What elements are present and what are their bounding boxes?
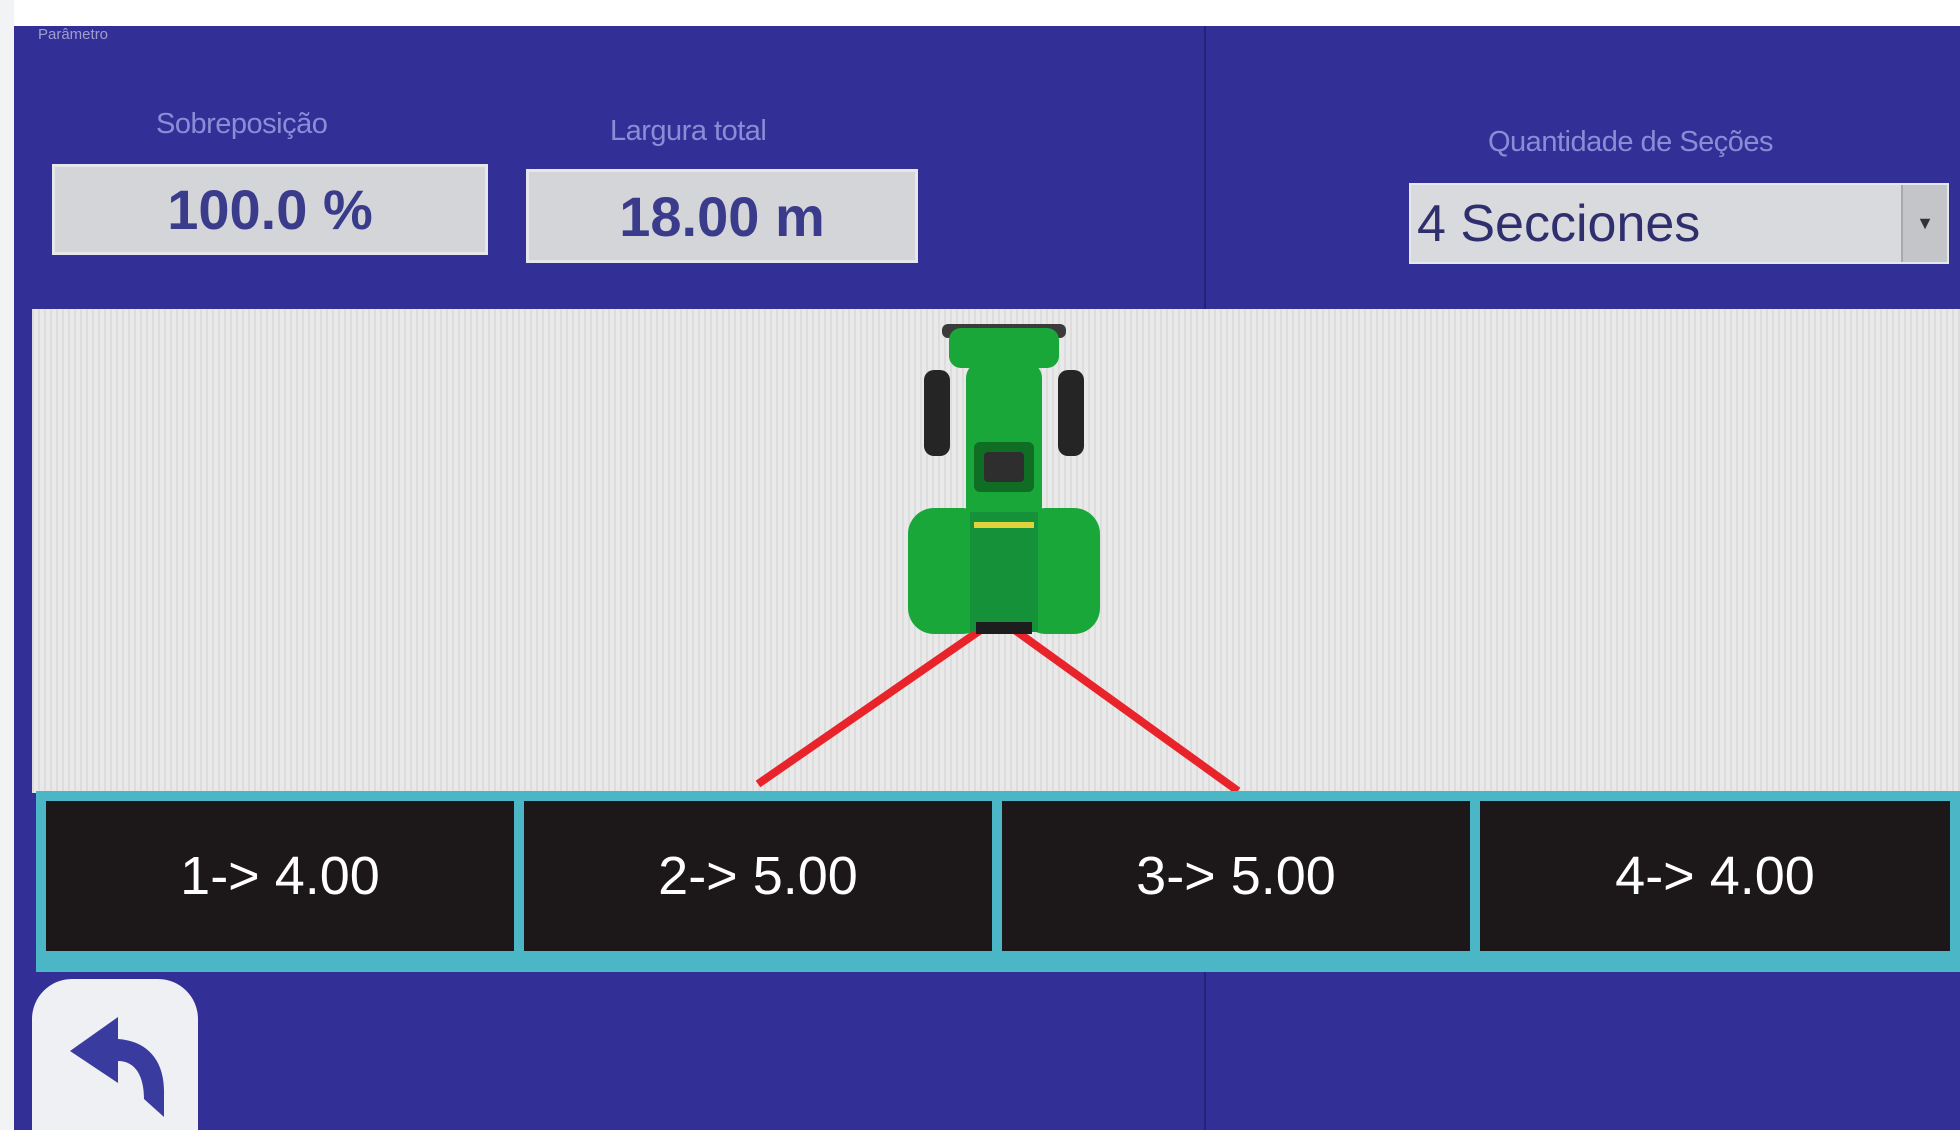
photo-border-top: [0, 0, 1960, 26]
section-count-select[interactable]: 4 Secciones ▼: [1409, 183, 1949, 264]
section-button-4[interactable]: 4-> 4.00: [1480, 801, 1950, 951]
photo-border-left: [0, 0, 14, 1132]
overlap-label: Sobreposição: [156, 108, 328, 140]
tractor-icon: [908, 324, 1100, 634]
section-count-label: Quantidade de Seções: [1488, 126, 1774, 158]
total-width-label: Largura total: [610, 115, 767, 147]
section-button-2[interactable]: 2-> 5.00: [524, 801, 992, 951]
total-width-input[interactable]: 18.00 m: [526, 169, 918, 263]
back-button[interactable]: [32, 979, 198, 1130]
overlap-input[interactable]: 100.0 %: [52, 164, 488, 255]
chevron-down-icon[interactable]: ▼: [1901, 185, 1947, 262]
sections-bar: 1-> 4.00 2-> 5.00 3-> 5.00 4-> 4.00: [36, 791, 1960, 972]
back-arrow-icon: [70, 1017, 164, 1117]
section-count-value: 4 Secciones: [1417, 194, 1701, 253]
parameters-screen: Parâmetro Sobreposição 100.0 % Largura t…: [14, 26, 1960, 1130]
section-button-3[interactable]: 3-> 5.00: [1002, 801, 1470, 951]
window-title: Parâmetro: [38, 26, 109, 43]
section-button-1[interactable]: 1-> 4.00: [46, 801, 514, 951]
